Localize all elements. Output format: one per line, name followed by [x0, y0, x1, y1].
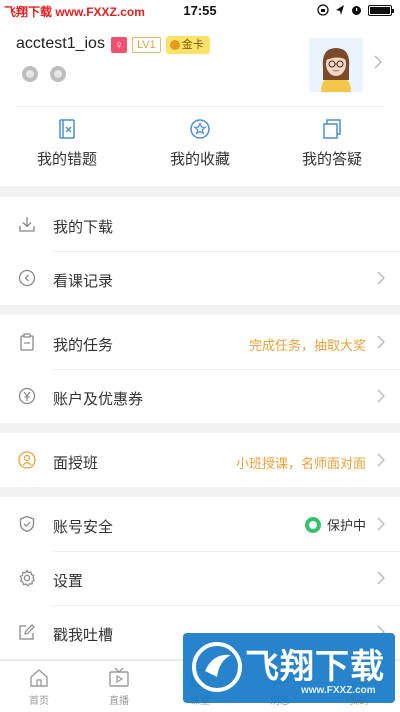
chevron-right-icon	[374, 55, 382, 69]
watermark: 飞翔下载 www.FXXZ.com	[183, 633, 395, 703]
menu-group-classes: 面授班 小班授课，名师面对面	[0, 433, 400, 487]
gear-icon	[19, 569, 36, 587]
menu-item-label: 面授班	[53, 455, 99, 472]
status-bar: 飞翔下载 www.FXXZ.com 17:55	[0, 0, 400, 22]
menu-group-learning: 我的下载 看课记录	[0, 197, 400, 305]
security-status-label: 保护中	[326, 518, 366, 533]
username: acctest1_ios	[16, 35, 105, 52]
level-badge: LV1	[132, 37, 161, 53]
location-icon	[336, 5, 344, 15]
menu-item-label: 账号安全	[53, 519, 114, 536]
quick-link-label: 我的收藏	[169, 151, 230, 168]
profile-card[interactable]: acctest1_ios ♀ LV1 金卡 我的错题 我的收藏 我的答疑	[0, 22, 400, 186]
menu-item-label: 看课记录	[53, 273, 114, 290]
star-icon	[190, 119, 210, 139]
watermark-title: 飞翔下载	[245, 648, 385, 686]
tab-live[interactable]: 直播	[89, 667, 149, 709]
quick-link-wrong-questions[interactable]: 我的错题	[7, 118, 127, 169]
gold-card-icon	[169, 40, 180, 50]
divider	[16, 106, 384, 107]
menu-item-settings[interactable]: 设置	[0, 551, 400, 605]
membership-badge: 金卡	[165, 36, 210, 54]
classes-hint: 小班授课，名师面对面	[235, 456, 366, 471]
security-status: 保护中	[304, 515, 366, 534]
menu-item-label: 设置	[53, 573, 84, 590]
menu-item-label: 我的任务	[53, 337, 114, 354]
menu-item-face-to-face-class[interactable]: 面授班 小班授课，名师面对面	[0, 433, 400, 487]
status-icons	[317, 4, 394, 16]
tab-label: 首页	[29, 696, 49, 707]
download-icon	[19, 217, 35, 232]
lock-rotation-icon	[317, 4, 329, 16]
alarm-icon	[352, 6, 361, 15]
tab-label: 直播	[109, 696, 129, 707]
quick-link-label: 我的答疑	[301, 151, 362, 168]
clipboard-icon	[20, 333, 34, 351]
menu-group-account: 我的任务 完成任务，抽取大奖 账户及优惠券	[0, 315, 400, 423]
medals	[22, 66, 66, 82]
quick-link-label: 我的错题	[36, 151, 97, 168]
menu-item-history[interactable]: 看课记录	[0, 251, 400, 305]
menu-item-label: 戳我吐槽	[53, 627, 114, 644]
chevron-right-icon	[377, 517, 385, 531]
menu-item-security[interactable]: 账号安全 保护中	[0, 497, 400, 551]
medal-icon	[50, 66, 66, 82]
yuan-icon	[18, 387, 36, 405]
history-icon	[18, 269, 36, 287]
menu-item-downloads[interactable]: 我的下载	[0, 197, 400, 251]
menu-item-label: 我的下载	[53, 219, 114, 236]
membership-label: 金卡	[181, 39, 204, 51]
battery-icon	[368, 4, 394, 16]
watermark-url: www.FXXZ.com	[301, 685, 376, 696]
watermark-logo-icon	[192, 642, 242, 692]
avatar-image	[309, 38, 363, 92]
tv-icon	[109, 667, 129, 687]
qa-icon	[323, 119, 341, 139]
protected-icon	[304, 516, 321, 533]
home-icon	[30, 669, 48, 687]
avatar[interactable]	[309, 38, 363, 92]
quick-link-qa[interactable]: 我的答疑	[272, 118, 392, 169]
chevron-right-icon	[377, 271, 385, 285]
quick-link-favorites[interactable]: 我的收藏	[140, 118, 260, 169]
chevron-right-icon	[377, 571, 385, 585]
shield-icon	[19, 515, 35, 533]
menu-item-tasks[interactable]: 我的任务 完成任务，抽取大奖	[0, 315, 400, 369]
chevron-right-icon	[377, 335, 385, 349]
wrong-questions-icon	[59, 119, 75, 139]
chevron-right-icon	[377, 453, 385, 467]
chevron-right-icon	[377, 389, 385, 403]
tab-home[interactable]: 首页	[9, 667, 69, 709]
person-icon	[18, 451, 36, 469]
medal-icon	[22, 66, 38, 82]
profile-badges: ♀ LV1 金卡	[111, 36, 210, 54]
menu-item-label: 账户及优惠券	[53, 391, 144, 408]
menu-item-account-coupons[interactable]: 账户及优惠券	[0, 369, 400, 423]
tasks-hint: 完成任务，抽取大奖	[248, 338, 366, 353]
edit-icon	[19, 624, 35, 640]
female-badge: ♀	[111, 37, 127, 53]
